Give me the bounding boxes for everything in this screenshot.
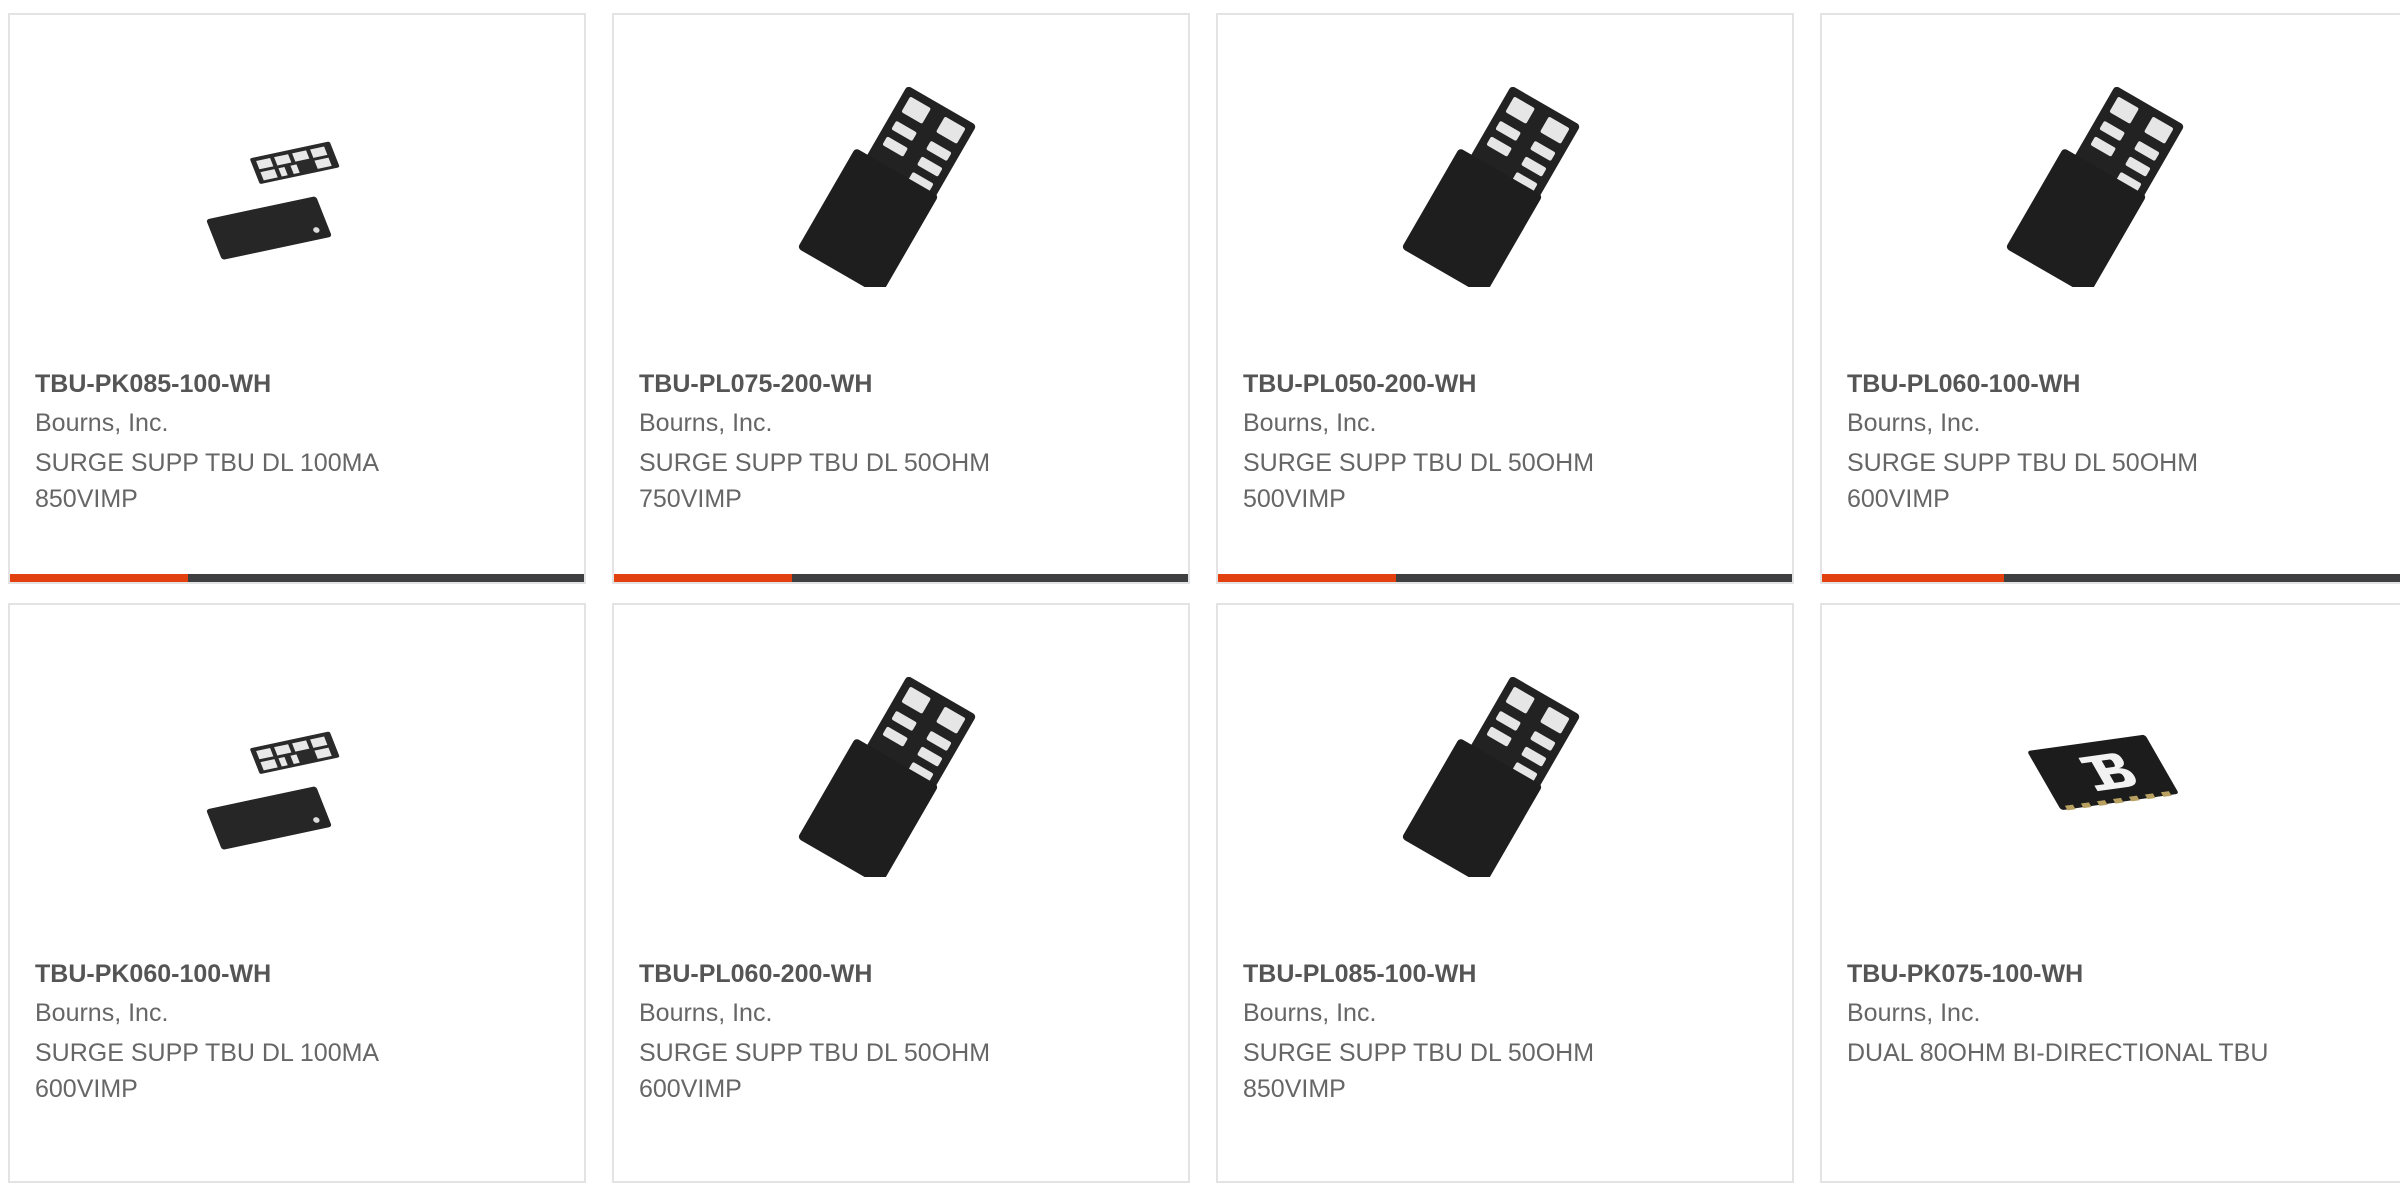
product-description: SURGE SUPP TBU DL 50OHM 600VIMP [639, 1039, 991, 1103]
progress-bar [10, 574, 584, 582]
product-card[interactable]: TBU-PK060-100-WH Bourns, Inc. SURGE SUPP… [8, 603, 586, 1183]
part-number[interactable]: TBU-PL050-200-WH [1243, 370, 1476, 399]
product-description: DUAL 80OHM BI-DIRECTIONAL TBU [1847, 1039, 2269, 1067]
manufacturer: Bourns, Inc. [639, 409, 773, 437]
product-card[interactable]: TBU-PL085-100-WH Bourns, Inc. SURGE SUPP… [1216, 603, 1794, 1183]
chip-pair-small-icon [206, 731, 340, 850]
part-number[interactable]: TBU-PL085-100-WH [1243, 960, 1476, 989]
product-card[interactable]: TBU-PL075-200-WH Bourns, Inc. SURGE SUPP… [612, 13, 1190, 584]
progress-fill [1218, 574, 1396, 582]
part-number[interactable]: TBU-PK060-100-WH [35, 960, 271, 989]
product-description: SURGE SUPP TBU DL 100MA 600VIMP [35, 1039, 378, 1103]
manufacturer: Bourns, Inc. [1243, 409, 1377, 437]
product-card[interactable]: TBU-PK075-100-WH Bourns, Inc. DUAL 80OHM… [1820, 603, 2400, 1183]
product-description: SURGE SUPP TBU DL 50OHM 500VIMP [1243, 449, 1595, 513]
progress-fill [614, 574, 792, 582]
manufacturer: Bourns, Inc. [35, 999, 169, 1027]
chip-pair-large-icon [798, 677, 976, 877]
chip-pair-small-icon [194, 87, 394, 287]
manufacturer: Bourns, Inc. [1847, 409, 1981, 437]
product-description: SURGE SUPP TBU DL 100MA 850VIMP [35, 449, 378, 513]
chip-bourns-logo-icon [2028, 734, 2178, 811]
product-image[interactable] [798, 87, 998, 287]
manufacturer: Bourns, Inc. [1243, 999, 1377, 1027]
product-description: SURGE SUPP TBU DL 50OHM 850VIMP [1243, 1039, 1595, 1103]
chip-pair-large-icon [798, 87, 976, 287]
product-image[interactable] [1402, 87, 1602, 287]
product-image[interactable] [194, 87, 394, 287]
product-image[interactable] [2006, 677, 2206, 877]
product-image[interactable] [2006, 87, 2206, 287]
chip-pair-large-icon [1402, 87, 1580, 287]
progress-fill [1822, 574, 2004, 582]
progress-fill [10, 574, 188, 582]
product-card[interactable]: TBU-PK085-100-WH Bourns, Inc. SURGE SUPP… [8, 13, 586, 584]
progress-bar [614, 574, 1188, 582]
progress-bar [1822, 574, 2400, 582]
part-number[interactable]: TBU-PK085-100-WH [35, 370, 271, 399]
product-card[interactable]: TBU-PL060-100-WH Bourns, Inc. SURGE SUPP… [1820, 13, 2400, 584]
product-description: SURGE SUPP TBU DL 50OHM 750VIMP [639, 449, 991, 513]
manufacturer: Bourns, Inc. [35, 409, 169, 437]
chip-pair-large-icon [2006, 87, 2184, 287]
progress-bar [1218, 574, 1792, 582]
product-card[interactable]: TBU-PL060-200-WH Bourns, Inc. SURGE SUPP… [612, 603, 1190, 1183]
product-image[interactable] [1402, 677, 1602, 877]
product-image[interactable] [798, 677, 998, 877]
part-number[interactable]: TBU-PK075-100-WH [1847, 960, 2083, 989]
part-number[interactable]: TBU-PL060-200-WH [639, 960, 872, 989]
product-card[interactable]: TBU-PL050-200-WH Bourns, Inc. SURGE SUPP… [1216, 13, 1794, 584]
part-number[interactable]: TBU-PL060-100-WH [1847, 370, 2080, 399]
product-description: SURGE SUPP TBU DL 50OHM 600VIMP [1847, 449, 2199, 513]
product-grid: TBU-PK085-100-WH Bourns, Inc. SURGE SUPP… [0, 0, 2400, 1183]
part-number[interactable]: TBU-PL075-200-WH [639, 370, 872, 399]
manufacturer: Bourns, Inc. [1847, 999, 1981, 1027]
manufacturer: Bourns, Inc. [639, 999, 773, 1027]
product-image[interactable] [194, 677, 394, 877]
chip-pair-large-icon [1402, 677, 1580, 877]
